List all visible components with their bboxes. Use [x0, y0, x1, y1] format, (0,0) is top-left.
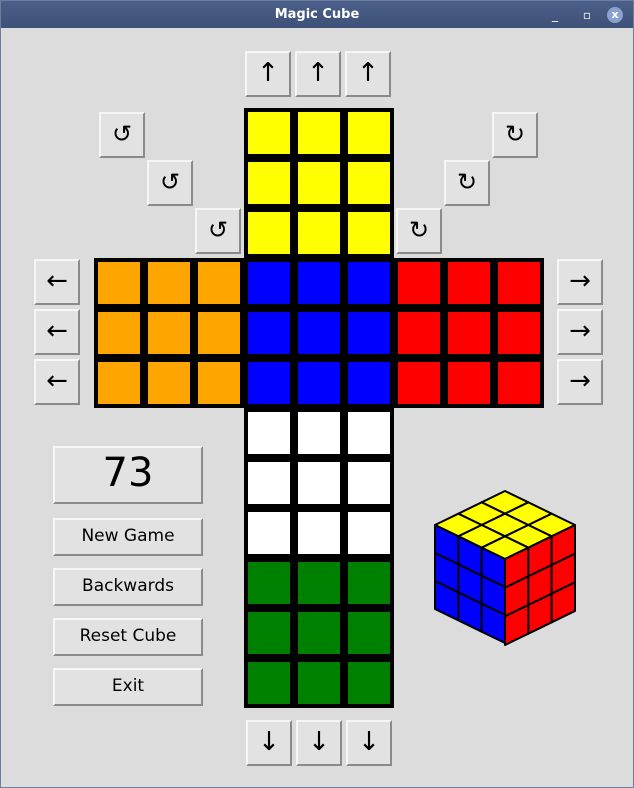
cube-face-front [244, 258, 394, 408]
cube-sticker-front-1-0 [246, 310, 292, 356]
cube-sticker-top-1-0 [246, 160, 292, 206]
cube-sticker-top-2-2 [346, 210, 392, 256]
rotate-cw-button-1[interactable]: ↻ [492, 112, 538, 158]
window-title: Magic Cube [274, 7, 360, 22]
cube-sticker-top-1-2 [346, 160, 392, 206]
app-window: Magic Cube _ ▫ x ↑ ↑ ↑ ↺ ↺ ↺ ↻ ↻ ↻ ← ← ←… [0, 0, 634, 788]
cube-face-back [244, 558, 394, 708]
reset-cube-button[interactable]: Reset Cube [53, 618, 203, 656]
cube-sticker-back-2-0 [246, 660, 292, 706]
cube-face-top [244, 108, 394, 258]
cube-sticker-right-2-1 [446, 360, 492, 406]
cube-sticker-bottom-0-1 [296, 410, 342, 456]
cube-sticker-back-1-0 [246, 610, 292, 656]
cube-sticker-bottom-2-2 [346, 510, 392, 556]
maximize-icon[interactable]: ▫ [579, 7, 595, 23]
cube-sticker-bottom-2-1 [296, 510, 342, 556]
cube-sticker-right-2-0 [396, 360, 442, 406]
cube-sticker-top-2-0 [246, 210, 292, 256]
left-arrow-button-row3[interactable]: ← [34, 359, 80, 405]
up-arrow-button-col1[interactable]: ↑ [245, 51, 291, 97]
cube-sticker-left-1-2 [196, 310, 242, 356]
cube-sticker-front-2-2 [346, 360, 392, 406]
rotate-ccw-button-1[interactable]: ↺ [99, 112, 145, 158]
left-arrow-button-row1[interactable]: ← [34, 259, 80, 305]
backwards-button[interactable]: Backwards [53, 568, 203, 606]
right-arrow-button-row1[interactable]: → [557, 259, 603, 305]
rotate-ccw-button-3[interactable]: ↺ [195, 208, 241, 254]
down-arrow-button-col3[interactable]: ↓ [346, 720, 392, 766]
cube-sticker-back-0-2 [346, 560, 392, 606]
exit-button[interactable]: Exit [53, 668, 203, 706]
rotate-ccw-button-2[interactable]: ↺ [147, 160, 193, 206]
cube-sticker-left-0-0 [96, 260, 142, 306]
cube-sticker-left-1-0 [96, 310, 142, 356]
rotate-cw-button-2[interactable]: ↻ [444, 160, 490, 206]
cube-sticker-bottom-1-1 [296, 460, 342, 506]
new-game-button[interactable]: New Game [53, 518, 203, 556]
cube-sticker-left-0-2 [196, 260, 242, 306]
cube-sticker-top-0-1 [296, 110, 342, 156]
cube-sticker-back-1-2 [346, 610, 392, 656]
cube-sticker-top-1-1 [296, 160, 342, 206]
cube-sticker-front-2-1 [296, 360, 342, 406]
cube-sticker-top-0-0 [246, 110, 292, 156]
right-arrow-button-row3[interactable]: → [557, 359, 603, 405]
cube-sticker-left-0-1 [146, 260, 192, 306]
cube-sticker-right-1-0 [396, 310, 442, 356]
cube-sticker-right-1-1 [446, 310, 492, 356]
cube-sticker-right-0-1 [446, 260, 492, 306]
cube-sticker-left-2-1 [146, 360, 192, 406]
cube-face-right [394, 258, 544, 408]
down-arrow-button-col1[interactable]: ↓ [246, 720, 292, 766]
cube-sticker-back-2-1 [296, 660, 342, 706]
cube-sticker-top-2-1 [296, 210, 342, 256]
cube-sticker-front-0-0 [246, 260, 292, 306]
cube-3d-preview [434, 490, 576, 646]
cube-sticker-top-0-2 [346, 110, 392, 156]
cube-sticker-left-2-2 [196, 360, 242, 406]
cube-sticker-back-1-1 [296, 610, 342, 656]
cube-sticker-front-2-0 [246, 360, 292, 406]
move-counter: 73 [53, 446, 203, 504]
cube-sticker-bottom-2-0 [246, 510, 292, 556]
cube-sticker-left-1-1 [146, 310, 192, 356]
cube-sticker-front-1-1 [296, 310, 342, 356]
cube-sticker-bottom-1-2 [346, 460, 392, 506]
cube-sticker-right-2-2 [496, 360, 542, 406]
cube-sticker-left-2-0 [96, 360, 142, 406]
cube-sticker-back-0-0 [246, 560, 292, 606]
cube-sticker-right-1-2 [496, 310, 542, 356]
cube-sticker-front-0-1 [296, 260, 342, 306]
close-icon[interactable]: x [607, 7, 623, 23]
right-arrow-button-row2[interactable]: → [557, 309, 603, 355]
up-arrow-button-col2[interactable]: ↑ [295, 51, 341, 97]
cube-sticker-back-2-2 [346, 660, 392, 706]
up-arrow-button-col3[interactable]: ↑ [345, 51, 391, 97]
cube-sticker-bottom-0-2 [346, 410, 392, 456]
down-arrow-button-col2[interactable]: ↓ [296, 720, 342, 766]
cube-sticker-right-0-0 [396, 260, 442, 306]
cube-face-left [94, 258, 244, 408]
left-arrow-button-row2[interactable]: ← [34, 309, 80, 355]
cube-sticker-back-0-1 [296, 560, 342, 606]
minimize-icon[interactable]: _ [547, 7, 563, 23]
rotate-cw-button-3[interactable]: ↻ [396, 208, 442, 254]
cube-sticker-front-1-2 [346, 310, 392, 356]
cube-sticker-front-0-2 [346, 260, 392, 306]
cube-sticker-right-0-2 [496, 260, 542, 306]
cube-sticker-bottom-1-0 [246, 460, 292, 506]
cube-face-bottom [244, 408, 394, 558]
cube-sticker-bottom-0-0 [246, 410, 292, 456]
title-bar: Magic Cube _ ▫ x [1, 1, 633, 28]
